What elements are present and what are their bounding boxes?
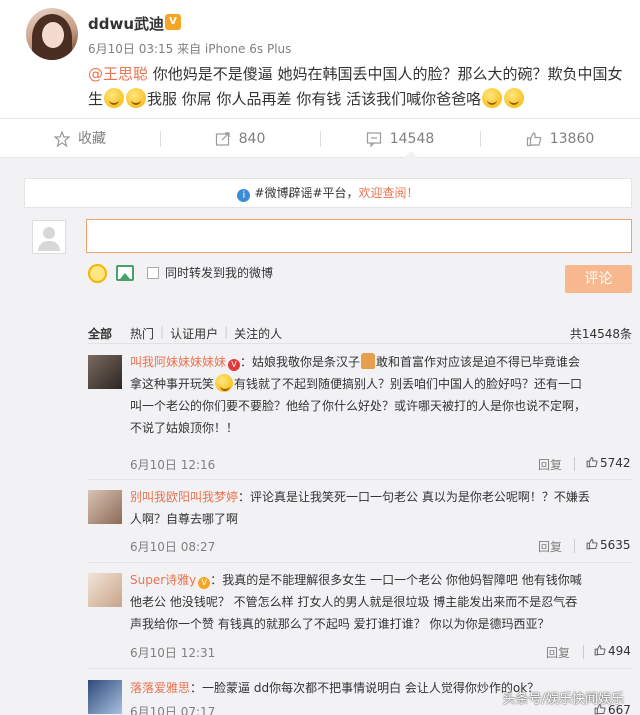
info-icon: i [237, 189, 251, 202]
my-avatar [32, 220, 66, 254]
comment-like-count: 5742 [600, 456, 631, 470]
comment-button[interactable]: 14548 [320, 119, 480, 159]
verified-badge-icon: V [198, 577, 211, 589]
comment-body: 叫我阿妹妹妹妹妹 V ：姑娘我敬你是条汉子 敢和首富作对应该是迫不得已毕竟谁会 拿这种… [130, 351, 632, 439]
comment-body: 别叫我欧阳叫我梦婷：评论真是让我笑死一口一句老公 真以为是你老公呢啊！？不嫌丢 … [130, 486, 632, 530]
commenter-avatar[interactable] [88, 490, 122, 524]
comment-body: Super诗雅y V ：我真的是不能理解很多女生 一口一个老公 你他妈智障吧 他有钱… [130, 569, 632, 635]
verified-badge-icon: V [228, 359, 241, 371]
thumbs-up-icon [594, 644, 606, 656]
smile-emoji-icon [504, 88, 525, 108]
image-upload-icon[interactable] [116, 265, 134, 281]
smile-emoji-icon [126, 88, 147, 108]
tab-verified[interactable]: 认证用户 [170, 325, 218, 342]
reply-button[interactable]: 回复 [546, 644, 570, 661]
comment-text: 有钱就了不起到随便搞别人？别丢咱们中国人的脸好吗？还有一口 [234, 377, 583, 391]
comment-time: 6月10日 12:16 [130, 458, 216, 472]
commenter-name[interactable]: 别叫我欧阳叫我梦婷 [130, 490, 238, 504]
forward-checkbox-label[interactable]: 同时转发到我的微博 [165, 264, 273, 281]
comment-input[interactable] [86, 219, 632, 253]
rumor-notice-bar[interactable]: i #微博辟谣#平台，欢迎查阅！ [24, 178, 632, 208]
favorite-button[interactable]: 收藏 [0, 119, 160, 159]
comment-icon [366, 132, 381, 147]
comment-like-count: 494 [608, 644, 631, 658]
mention-link[interactable]: @王思聪 [88, 65, 148, 83]
like-count: 13860 [549, 131, 595, 147]
tab-following[interactable]: 关注的人 [234, 325, 282, 342]
comment-like-button[interactable]: 5742 [586, 456, 631, 470]
comment-text: ：我真的是不能理解很多女生 一口一个老公 你他妈智障吧 他有钱你喊 [210, 573, 582, 587]
comment-filter-tabs: 全部 热门 | 认证用户 | 关注的人 [88, 325, 283, 342]
post-text-line1: 你他妈是不是傻逼 她妈在韩国丢中国人的脸？那么大的碗？欺负中国女 [148, 65, 623, 83]
notice-text: #微博辟谣#平台， [254, 186, 359, 200]
comment-text: 他老公 他没钱呢？ 不管怎么样 打女人的男人就是很垃圾 博主能发出来而不是忍气吞 [130, 595, 578, 609]
commenter-avatar[interactable] [88, 573, 122, 607]
forward-button[interactable]: 840 [160, 119, 320, 159]
submit-comment-button[interactable]: 评论 [565, 265, 632, 293]
notice-link[interactable]: 欢迎查阅！ [359, 186, 419, 200]
post-text-line2b: 我服 你屌 你人品再差 你有钱 活该我们喊你爸爸咯 [147, 90, 482, 108]
post-meta: 6月10日 03:15 来自 iPhone 6s Plus [88, 42, 292, 56]
comment-time: 6月10日 08:27 [130, 540, 216, 554]
tab-divider [88, 343, 632, 344]
member-badge-icon[interactable]: V [165, 14, 181, 30]
commenter-avatar[interactable] [88, 680, 122, 714]
tab-all[interactable]: 全部 [88, 325, 112, 342]
comment-text: 叫一个老公的你们要不要脸？他给了你什么好处？或许哪天被打的人是你也说不定啊， [130, 399, 587, 413]
poster-avatar[interactable] [26, 8, 78, 60]
comment-text: ：一脸蒙逼 dd你每次都不把事情说明白 会让人觉得你炒作的ok？ [190, 681, 540, 695]
commenter-name[interactable]: Super诗雅y [130, 573, 196, 587]
favorite-label: 收藏 [78, 131, 106, 147]
commenter-avatar[interactable] [88, 355, 122, 389]
comment-total: 共14548条 [569, 327, 632, 341]
comment-like-button[interactable]: 494 [594, 644, 631, 658]
forward-checkbox[interactable] [147, 267, 159, 279]
forward-icon [215, 132, 230, 146]
thumbs-up-icon [586, 456, 598, 468]
reply-button[interactable]: 回复 [538, 538, 562, 555]
thumbs-up-icon [586, 538, 598, 550]
tab-hot[interactable]: 热门 [130, 325, 154, 342]
thumbs-up-icon [526, 132, 541, 147]
smile-emoji-icon [215, 374, 234, 392]
comment-text: 声我给你一个赞 有钱真的就那么了不起吗 爱打谁打谁？ 你以为你是德玛西亚？ [130, 617, 550, 631]
thumbs-up-emoji-icon [361, 353, 376, 369]
comment-text: ：评论真是让我笑死一口一句老公 真以为是你老公呢啊！？不嫌丢 [238, 490, 590, 504]
comment-like-button[interactable]: 5635 [586, 538, 631, 552]
commenter-name[interactable]: 叫我阿妹妹妹妹妹 [130, 355, 226, 369]
reply-button[interactable]: 回复 [538, 456, 562, 473]
comment-text: 拿这种事开玩笑 [130, 377, 215, 391]
smile-emoji-icon [104, 88, 125, 108]
comment-text: ：姑娘我敬你是条汉子 [240, 355, 361, 369]
comment-text: 敢和首富作对应该是迫不得已毕竟谁会 [376, 355, 581, 369]
forward-count: 840 [238, 131, 266, 147]
comment-time: 6月10日 07:17 [130, 705, 216, 715]
comment-text: 人啊？自尊去哪了啊 [130, 512, 239, 526]
star-icon [54, 131, 70, 147]
emoji-picker-icon[interactable] [88, 264, 107, 283]
comment-time: 6月10日 12:31 [130, 646, 216, 660]
source-watermark: 头条号/娱乐快闻娱乐 [502, 692, 624, 707]
post-content: @王思聪 你他妈是不是傻逼 她妈在韩国丢中国人的脸？那么大的碗？欺负中国女 生 我… [88, 62, 628, 112]
smile-emoji-icon [482, 88, 503, 108]
post-action-bar: 收藏 840 14548 13860 [0, 118, 640, 158]
comment-text: 不说了姑娘顶你！！ [130, 421, 239, 435]
like-button[interactable]: 13860 [480, 119, 640, 159]
poster-username[interactable]: ddwu武迪 [88, 13, 164, 34]
commenter-name[interactable]: 落落爱雅思 [130, 681, 190, 695]
comment-like-count: 5635 [600, 538, 631, 552]
post-text-line2a: 生 [88, 90, 104, 108]
